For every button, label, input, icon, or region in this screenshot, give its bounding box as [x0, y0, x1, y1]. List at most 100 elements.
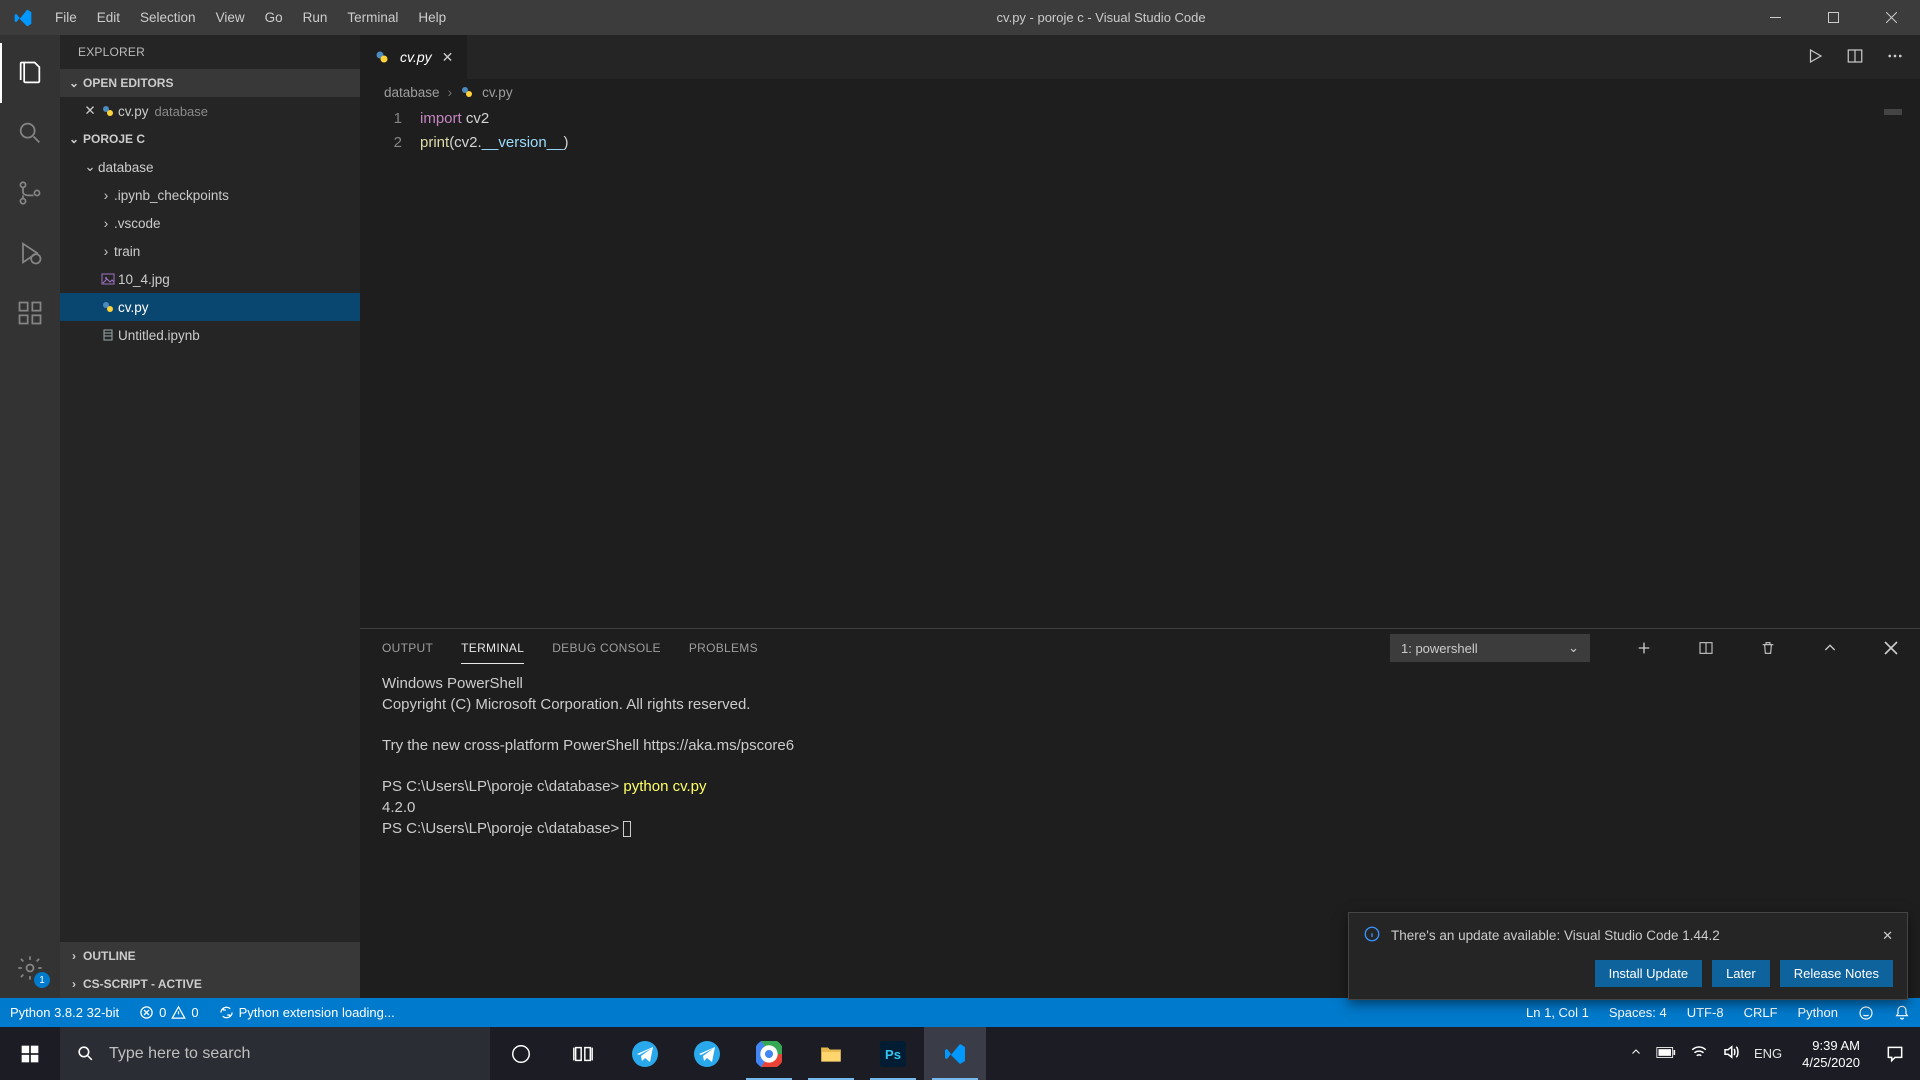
- maximize-panel-icon[interactable]: [1822, 640, 1838, 656]
- menu-terminal[interactable]: Terminal: [337, 0, 408, 35]
- run-file-icon[interactable]: [1806, 47, 1824, 68]
- taskbar-app-chrome-icon[interactable]: [738, 1027, 800, 1080]
- split-editor-icon[interactable]: [1846, 47, 1864, 68]
- tree-folder[interactable]: › .ipynb_checkpoints: [60, 181, 360, 209]
- editor-area: cv.py ✕ database › cv.py 1 2 import cv2 …: [360, 35, 1920, 998]
- taskbar-app-vscode-icon[interactable]: [924, 1027, 986, 1080]
- panel-tabs: OUTPUT TERMINAL DEBUG CONSOLE PROBLEMS 1…: [360, 629, 1920, 667]
- activity-run-debug-icon[interactable]: [0, 223, 60, 283]
- panel-tab-output[interactable]: OUTPUT: [382, 633, 433, 663]
- menu-help[interactable]: Help: [408, 0, 456, 35]
- info-icon: [1363, 925, 1381, 946]
- tree-folder-database[interactable]: ⌄ database: [60, 153, 360, 181]
- timeline-icon[interactable]: [552, 1027, 614, 1080]
- more-actions-icon[interactable]: [1886, 47, 1904, 68]
- activity-extensions-icon[interactable]: [0, 283, 60, 343]
- windows-taskbar: Type here to search Ps ENG 9:39 AM 4/25/…: [0, 1027, 1920, 1080]
- maximize-button[interactable]: [1804, 0, 1862, 35]
- status-problems[interactable]: 0 0: [129, 998, 208, 1027]
- action-center-icon[interactable]: [1870, 1027, 1920, 1080]
- csscript-label: CS-SCRIPT - ACTIVE: [83, 977, 202, 991]
- kill-terminal-icon[interactable]: [1760, 640, 1776, 656]
- open-editors-header[interactable]: ⌄ OPEN EDITORS: [60, 69, 360, 97]
- battery-icon[interactable]: [1656, 1046, 1676, 1062]
- tray-chevron-up-icon[interactable]: [1630, 1046, 1642, 1061]
- svg-text:Ps: Ps: [885, 1047, 901, 1062]
- status-notifications-icon[interactable]: [1884, 998, 1920, 1027]
- project-header[interactable]: ⌄ POROJE C: [60, 125, 360, 153]
- tab-close-icon[interactable]: ✕: [442, 49, 454, 66]
- tray-language[interactable]: ENG: [1754, 1046, 1782, 1061]
- panel-tab-debug-console[interactable]: DEBUG CONSOLE: [552, 633, 661, 663]
- clock-time: 9:39 AM: [1802, 1037, 1860, 1054]
- split-terminal-icon[interactable]: [1698, 640, 1714, 656]
- tree-folder[interactable]: › .vscode: [60, 209, 360, 237]
- tree-file[interactable]: cv.py: [60, 293, 360, 321]
- status-spaces[interactable]: Spaces: 4: [1599, 998, 1677, 1027]
- chevron-right-icon: ›: [98, 188, 114, 203]
- code-editor[interactable]: 1 2 import cv2 print(cv2.__version__): [360, 105, 1920, 628]
- settings-badge: 1: [34, 972, 50, 988]
- volume-icon[interactable]: [1722, 1043, 1740, 1064]
- panel-tab-problems[interactable]: PROBLEMS: [689, 633, 758, 663]
- status-feedback-icon[interactable]: [1848, 998, 1884, 1027]
- activity-source-control-icon[interactable]: [0, 163, 60, 223]
- close-editor-icon[interactable]: ✕: [82, 103, 98, 119]
- taskbar-app-explorer-icon[interactable]: [800, 1027, 862, 1080]
- status-bar: Python 3.8.2 32-bit 0 0 Python extension…: [0, 998, 1920, 1027]
- wifi-icon[interactable]: [1690, 1043, 1708, 1064]
- menu-run[interactable]: Run: [293, 0, 338, 35]
- tree-file[interactable]: Untitled.ipynb: [60, 321, 360, 349]
- breadcrumb-root[interactable]: database: [384, 85, 440, 100]
- minimize-button[interactable]: [1746, 0, 1804, 35]
- menu-selection[interactable]: Selection: [130, 0, 206, 35]
- activity-settings-icon[interactable]: 1: [0, 938, 60, 998]
- terminal-cursor: [623, 821, 631, 837]
- tree-file[interactable]: 10_4.jpg: [60, 265, 360, 293]
- outline-header[interactable]: › OUTLINE: [60, 942, 360, 970]
- status-python-version[interactable]: Python 3.8.2 32-bit: [0, 998, 129, 1027]
- csscript-header[interactable]: › CS-SCRIPT - ACTIVE: [60, 970, 360, 998]
- menu-bar: File Edit Selection View Go Run Terminal…: [45, 0, 456, 35]
- taskbar-app-photoshop-icon[interactable]: Ps: [862, 1027, 924, 1080]
- task-view-icon[interactable]: [490, 1027, 552, 1080]
- open-editor-item[interactable]: ✕ cv.py database: [60, 97, 360, 125]
- line-numbers: 1 2: [360, 105, 420, 628]
- menu-go[interactable]: Go: [255, 0, 293, 35]
- image-file-icon: [98, 272, 118, 286]
- activity-search-icon[interactable]: [0, 103, 60, 163]
- panel-tab-terminal[interactable]: TERMINAL: [461, 633, 524, 664]
- notification-close-icon[interactable]: ✕: [1882, 928, 1893, 944]
- taskbar-app-telegram-icon[interactable]: [614, 1027, 676, 1080]
- taskbar-clock[interactable]: 9:39 AM 4/25/2020: [1792, 1037, 1870, 1071]
- system-tray[interactable]: ENG: [1620, 1043, 1792, 1064]
- python-file-icon: [98, 300, 118, 314]
- tree-folder[interactable]: › train: [60, 237, 360, 265]
- menu-view[interactable]: View: [206, 0, 255, 35]
- status-loading[interactable]: Python extension loading...: [209, 998, 405, 1027]
- close-button[interactable]: [1862, 0, 1920, 35]
- start-button[interactable]: [0, 1027, 60, 1080]
- code-content[interactable]: import cv2 print(cv2.__version__): [420, 105, 1920, 628]
- tab-label: cv.py: [400, 49, 432, 65]
- new-terminal-icon[interactable]: [1636, 640, 1652, 656]
- status-ln-col[interactable]: Ln 1, Col 1: [1516, 998, 1599, 1027]
- editor-tab[interactable]: cv.py ✕: [360, 35, 467, 79]
- menu-edit[interactable]: Edit: [87, 0, 130, 35]
- menu-file[interactable]: File: [45, 0, 87, 35]
- terminal[interactable]: Windows PowerShell Copyright (C) Microso…: [360, 667, 1920, 845]
- status-eol[interactable]: CRLF: [1734, 998, 1788, 1027]
- terminal-selector[interactable]: 1: powershell ⌄: [1390, 634, 1590, 662]
- status-encoding[interactable]: UTF-8: [1677, 998, 1734, 1027]
- later-button[interactable]: Later: [1712, 960, 1770, 987]
- install-update-button[interactable]: Install Update: [1595, 960, 1703, 987]
- activity-explorer-icon[interactable]: [0, 43, 60, 103]
- breadcrumbs[interactable]: database › cv.py: [360, 79, 1920, 105]
- taskbar-search[interactable]: Type here to search: [60, 1027, 490, 1080]
- status-language[interactable]: Python: [1788, 998, 1848, 1027]
- minimap[interactable]: [1884, 109, 1902, 115]
- taskbar-app-telegram2-icon[interactable]: [676, 1027, 738, 1080]
- breadcrumb-file[interactable]: cv.py: [482, 85, 513, 100]
- close-panel-icon[interactable]: [1884, 641, 1898, 655]
- release-notes-button[interactable]: Release Notes: [1780, 960, 1893, 987]
